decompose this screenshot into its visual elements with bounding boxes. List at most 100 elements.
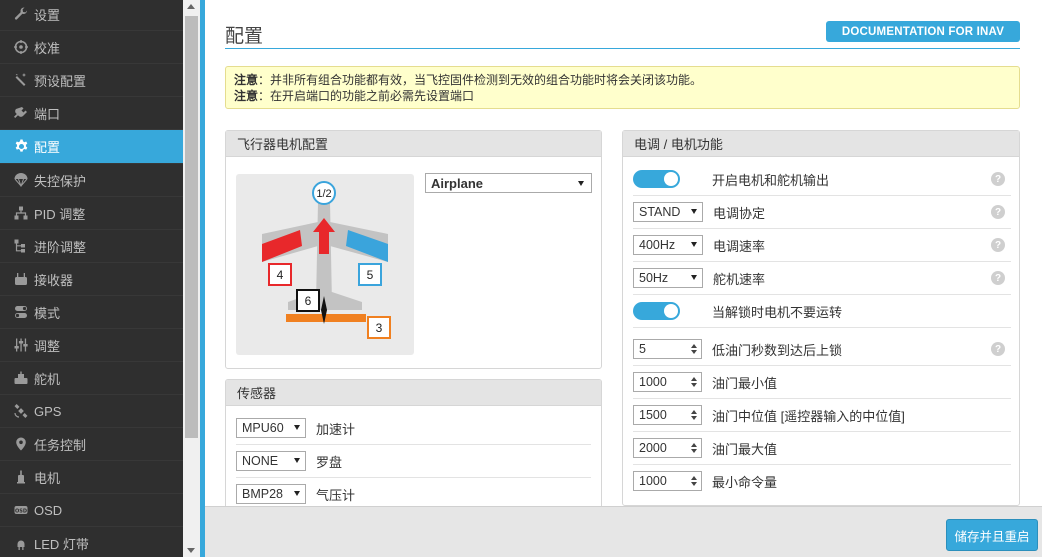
sidebar-item-label: 舵机 — [34, 371, 61, 387]
spin-down-icon[interactable] — [691, 383, 697, 387]
row-label: 电调速率 — [713, 238, 766, 254]
sidebar-item-servos[interactable]: 舵机 — [0, 362, 183, 395]
chevron-down-icon — [691, 209, 697, 214]
sidebar-item-advanced-tuning[interactable]: 进阶调整 — [0, 230, 183, 263]
row-label: 油门中位值 [遥控器输入的中位值] — [712, 408, 905, 424]
sidebar-item-label: PID 调整 — [34, 206, 86, 222]
svg-text:OSD: OSD — [15, 508, 27, 514]
row-label: 气压计 — [316, 487, 356, 503]
esc-row-auto-disarm: 5 低油门秒数到达后上锁 ? — [633, 336, 1011, 362]
row-label: 加速计 — [316, 421, 356, 437]
sensor-row-accelerometer: MPU60 加速计 — [236, 418, 355, 438]
spin-up-icon[interactable] — [691, 344, 697, 348]
sidebar-item-label: 预设配置 — [34, 73, 87, 89]
row-divider — [633, 464, 1011, 465]
sidebar-item-adjustments[interactable]: 调整 — [0, 329, 183, 362]
sidebar-item-mission-control[interactable]: 任务控制 — [0, 428, 183, 461]
help-icon[interactable]: ? — [991, 238, 1005, 252]
gear-icon — [13, 139, 29, 155]
crosshair-icon — [13, 39, 29, 55]
row-divider — [633, 228, 1011, 229]
spin-up-icon[interactable] — [691, 476, 697, 480]
row-divider — [633, 294, 1011, 295]
row-label: 开启电机和舵机输出 — [712, 172, 830, 188]
spin-down-icon[interactable] — [691, 350, 697, 354]
row-label: 当解锁时电机不要运转 — [712, 304, 843, 320]
sidebar-scrollbar[interactable] — [183, 0, 200, 557]
auto-disarm-input[interactable]: 5 — [633, 339, 702, 359]
max-throttle-input[interactable]: 2000 — [633, 438, 702, 458]
servo-icon — [13, 370, 29, 386]
row-label: 电调协定 — [713, 205, 766, 221]
esc-row-min-throttle: 1000 油门最小值 — [633, 369, 1011, 395]
esc-rate-select[interactable]: 400Hz — [633, 235, 703, 255]
sidebar-item-pid-tuning[interactable]: PID 调整 — [0, 197, 183, 230]
scroll-up-arrow-icon[interactable] — [187, 4, 195, 9]
sidebar-item-presets[interactable]: 预设配置 — [0, 64, 183, 97]
sidebar-item-ports[interactable]: 端口 — [0, 97, 183, 130]
esc-protocol-select[interactable]: STAND — [633, 202, 703, 222]
toggle-icon — [13, 304, 29, 320]
sidebar-item-calibration[interactable]: 校准 — [0, 31, 183, 64]
page-title: 配置 — [225, 26, 264, 47]
spin-up-icon[interactable] — [691, 410, 697, 414]
spin-up-icon[interactable] — [691, 377, 697, 381]
spin-down-icon[interactable] — [691, 482, 697, 486]
scroll-down-arrow-icon[interactable] — [187, 548, 195, 553]
sidebar-item-label: GPS — [34, 403, 62, 419]
help-icon[interactable]: ? — [991, 271, 1005, 285]
sidebar-item-led-strip[interactable]: LED 灯带 — [0, 527, 183, 557]
network-icon — [13, 205, 29, 221]
esc-row-mid-throttle: 1500 油门中位值 [遥控器输入的中位值] — [633, 402, 1011, 428]
esc-panel-title: 电调 / 电机功能 — [623, 131, 1019, 157]
motor-stop-toggle[interactable] — [633, 302, 680, 320]
airframe-select[interactable]: Airplane — [425, 173, 592, 193]
sidebar-item-osd[interactable]: OSD OSD — [0, 494, 183, 527]
sidebar-item-label: 配置 — [34, 140, 61, 155]
magnetometer-select[interactable]: NONE — [236, 451, 306, 471]
scrollbar-thumb[interactable] — [185, 16, 198, 438]
select-value: BMP28 — [242, 487, 283, 501]
spin-down-icon[interactable] — [691, 449, 697, 453]
sliders-icon — [13, 337, 29, 353]
sidebar-item-label: 失控保护 — [34, 173, 87, 189]
sidebar-item-label: 电机 — [34, 470, 61, 486]
spin-down-icon[interactable] — [691, 416, 697, 420]
sidebar-item-configuration[interactable]: 配置 — [0, 130, 183, 164]
sidebar-item-modes[interactable]: 模式 — [0, 296, 183, 329]
barometer-select[interactable]: BMP28 — [236, 484, 306, 504]
row-label: 舵机速率 — [713, 271, 766, 287]
mid-throttle-input[interactable]: 1500 — [633, 405, 702, 425]
spin-up-icon[interactable] — [691, 443, 697, 447]
servo-rate-select[interactable]: 50Hz — [633, 268, 703, 288]
row-label: 油门最小值 — [712, 375, 778, 391]
airframe-diagram: 1/2 4 5 6 3 — [236, 174, 414, 355]
sidebar: 设置 校准 预设配置 端口 配置 失控保护 PID 调整 进阶调整 接收器 模式… — [0, 0, 183, 557]
radio-icon — [13, 271, 29, 287]
min-command-input[interactable]: 1000 — [633, 471, 702, 491]
help-icon[interactable]: ? — [991, 342, 1005, 356]
sidebar-item-label: 设置 — [34, 7, 61, 23]
sidebar-item-motors[interactable]: 电机 — [0, 461, 183, 494]
toggle-knob — [664, 304, 678, 318]
enable-output-toggle[interactable] — [633, 170, 680, 188]
help-icon[interactable]: ? — [991, 172, 1005, 186]
sidebar-item-receiver[interactable]: 接收器 — [0, 263, 183, 296]
sidebar-item-failsafe[interactable]: 失控保护 — [0, 164, 183, 197]
sidebar-item-gps[interactable]: GPS — [0, 395, 183, 428]
save-and-reboot-button[interactable]: 储存并且重启 — [946, 519, 1038, 551]
esc-row-enable-output: 开启电机和舵机输出 ? — [633, 166, 1011, 192]
footer-bar: 储存并且重启 — [205, 506, 1042, 557]
chevron-down-icon — [294, 458, 300, 463]
min-throttle-input[interactable]: 1000 — [633, 372, 702, 392]
sidebar-item-setup[interactable]: 设置 — [0, 0, 183, 31]
row-divider — [633, 261, 1011, 262]
accelerometer-select[interactable]: MPU60 — [236, 418, 306, 438]
servo-5-label: 5 — [367, 268, 374, 282]
servo-4-label: 4 — [277, 268, 284, 282]
notice-label: 注意 — [234, 89, 259, 103]
documentation-button[interactable]: DOCUMENTATION FOR INAV — [826, 21, 1020, 42]
help-icon[interactable]: ? — [991, 205, 1005, 219]
title-divider — [225, 48, 1020, 49]
input-value: 2000 — [639, 441, 667, 455]
